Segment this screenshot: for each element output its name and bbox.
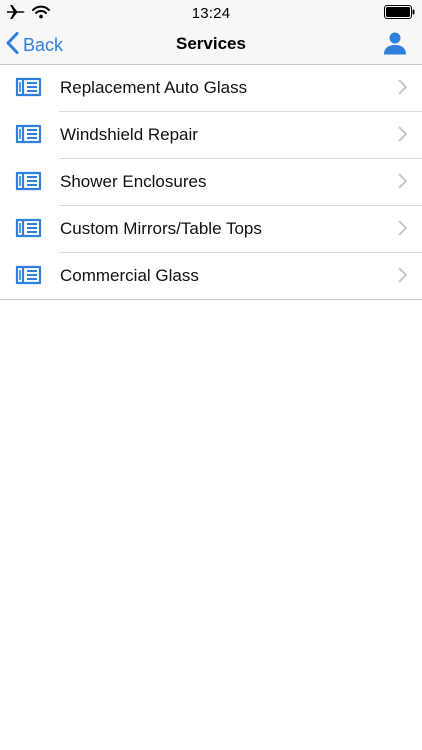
- catalog-icon: [15, 169, 43, 193]
- chevron-right-icon: [398, 173, 408, 189]
- profile-button[interactable]: [380, 30, 410, 60]
- page-title: Services: [176, 34, 246, 53]
- list-item-label: Replacement Auto Glass: [60, 78, 248, 97]
- list-item-label: Custom Mirrors/Table Tops: [60, 219, 262, 238]
- catalog-icon: [15, 263, 43, 287]
- services-list: Replacement Auto Glass Windshield Repair: [0, 64, 422, 300]
- chevron-right-icon: [398, 220, 408, 236]
- list-item-replacement-auto-glass[interactable]: Replacement Auto Glass: [0, 64, 422, 111]
- chevron-right-icon: [398, 126, 408, 142]
- chevron-right-icon: [398, 79, 408, 95]
- list-item-commercial-glass[interactable]: Commercial Glass: [0, 252, 422, 299]
- list-item-windshield-repair[interactable]: Windshield Repair: [0, 111, 422, 158]
- navigation-bar: Back Services: [0, 28, 422, 65]
- list-item-custom-mirrors-table-tops[interactable]: Custom Mirrors/Table Tops: [0, 205, 422, 252]
- status-time: 13:24: [191, 5, 231, 22]
- list-item-shower-enclosures[interactable]: Shower Enclosures: [0, 158, 422, 205]
- catalog-icon: [15, 122, 43, 146]
- list-item-label: Windshield Repair: [60, 125, 198, 144]
- person-icon: [383, 31, 407, 60]
- catalog-icon: [15, 75, 43, 99]
- catalog-icon: [15, 216, 43, 240]
- chevron-right-icon: [398, 267, 408, 283]
- status-bar: 13:24: [0, 0, 422, 28]
- list-item-label: Shower Enclosures: [60, 172, 207, 191]
- battery-icon: [384, 4, 416, 24]
- list-item-label: Commercial Glass: [60, 266, 199, 285]
- status-right-icons: [384, 4, 416, 24]
